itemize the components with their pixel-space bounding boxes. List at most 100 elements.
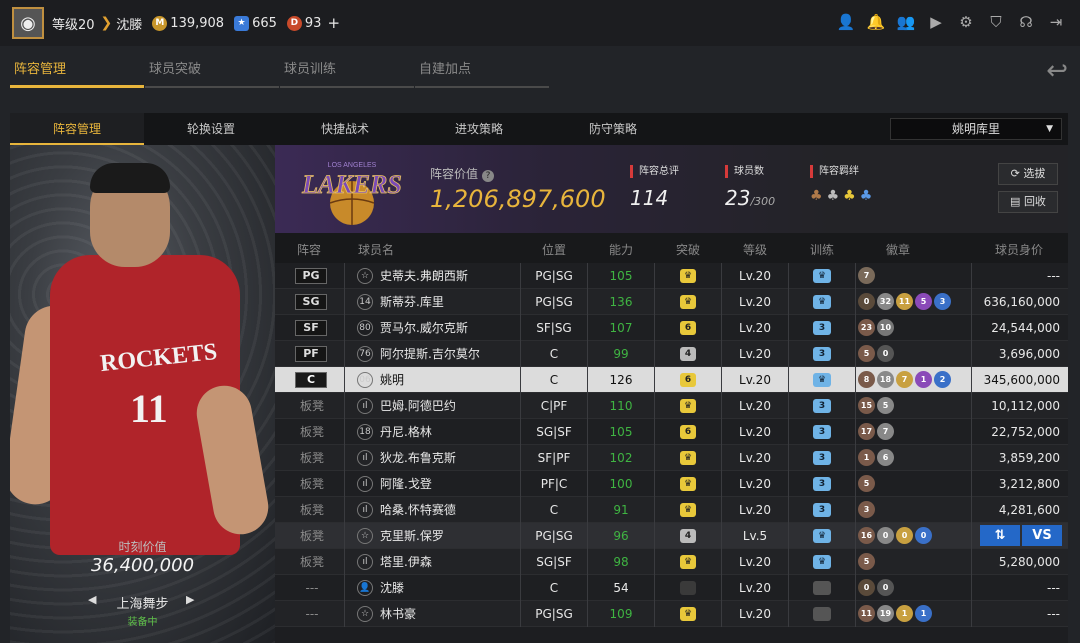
table-row[interactable]: --- ☆ 林书豪 PG|SG 109 ♛ Lv.20 11 19 1 1 ---	[275, 601, 1068, 627]
tab-lineup[interactable]: 阵容管理	[10, 58, 144, 88]
table-row[interactable]: PF 76 阿尔提斯.吉尔莫尔 C 99 4 Lv.20 3 5 0 3,696,000	[275, 341, 1068, 367]
badge-list[interactable]: 0 32 11 5 3	[858, 293, 951, 310]
training-icon[interactable]: 3	[813, 503, 831, 517]
table-row[interactable]: 板凳 ıl 狄龙.布鲁克斯 SF|PF 102 ♛ Lv.20 3 1 6 3,859,200	[275, 445, 1068, 471]
bond-icon[interactable]: ♣	[827, 188, 840, 204]
badge-icon: 2	[934, 371, 951, 388]
badge-list[interactable]: 15 5	[858, 397, 894, 414]
breakthrough-icon[interactable]: ♛	[680, 555, 696, 569]
breakthrough-icon[interactable]: ♛	[680, 477, 696, 491]
tab-custom-points[interactable]: 自建加点	[415, 58, 549, 88]
breakthrough-icon[interactable]: 6	[680, 425, 696, 439]
subtab-quick-tactics[interactable]: 快捷战术	[278, 113, 412, 145]
training-icon[interactable]: 3	[813, 399, 831, 413]
help-icon[interactable]: ?	[482, 170, 495, 182]
breakthrough-icon[interactable]: 6	[680, 373, 696, 387]
training-icon[interactable]: ♛	[813, 269, 831, 283]
badge-list[interactable]: 16 0 0 0	[858, 527, 932, 544]
prev-arrow-icon[interactable]: ◀	[88, 593, 96, 606]
table-header: 阵容 球员名 位置 能力 突破 等级 训练 徽章 球员身价	[275, 233, 1068, 263]
subtab-offense[interactable]: 进攻策略	[412, 113, 546, 145]
breakthrough-icon[interactable]: ♛	[680, 399, 696, 413]
bond-icon[interactable]: ♣	[810, 188, 823, 204]
table-row[interactable]: C 06 姚明 C 126 6 Lv.20 ♛ 8 18 7 1 2 345,600,000	[275, 367, 1068, 393]
player-count-stat: 球员数 23/300	[725, 165, 775, 210]
player-price: 3,212,800	[998, 477, 1060, 491]
training-icon[interactable]: 3	[813, 321, 831, 335]
table-row[interactable]: 板凳 ☆ 克里斯.保罗 PG|SG 96 4 Lv.5 ♛ 16 0 0 0 ⇅ VS	[275, 523, 1068, 549]
tab-breakthrough[interactable]: 球员突破	[145, 58, 279, 88]
badge-list[interactable]: 23 10	[858, 319, 894, 336]
jersey-number-icon: 👤	[357, 580, 373, 596]
shield-icon[interactable]: ⛉	[986, 12, 1006, 32]
table-row[interactable]: 板凳 ıl 哈桑.怀特赛德 C 91 ♛ Lv.20 3 3 4,281,600	[275, 497, 1068, 523]
table-row[interactable]: 板凳 ıl 阿隆.戈登 PF|C 100 ♛ Lv.20 3 5 3,212,800	[275, 471, 1068, 497]
divider	[654, 289, 655, 315]
select-button[interactable]: ⟳ 选拔	[998, 163, 1058, 185]
breakthrough-icon[interactable]: 4	[680, 529, 696, 543]
training-icon[interactable]: ♛	[813, 295, 831, 309]
breakthrough-icon[interactable]: ♛	[680, 295, 696, 309]
headset-icon[interactable]: ☊	[1016, 12, 1036, 32]
player-ability: 98	[613, 555, 629, 569]
training-icon[interactable]: 3	[813, 451, 831, 465]
table-row[interactable]: 板凳 ıl 巴姆.阿德巴约 C|PF 110 ♛ Lv.20 3 15 5 10,112,000	[275, 393, 1068, 419]
training-icon[interactable]: ♛	[813, 529, 831, 543]
lineup-dropdown[interactable]: 姚明库里 ▼	[890, 118, 1062, 140]
back-arrow-icon[interactable]: ↩	[1046, 56, 1068, 86]
user-icon[interactable]: 👤	[836, 12, 856, 32]
training-icon[interactable]	[813, 581, 831, 595]
training-icon[interactable]: 3	[813, 477, 831, 491]
table-row[interactable]: --- 👤 沈滕 C 54 Lv.20 0 0 ---	[275, 575, 1068, 601]
training-icon[interactable]: ♛	[813, 373, 831, 387]
badge-list[interactable]: 50	[858, 345, 894, 362]
breakthrough-icon[interactable]: 6	[680, 321, 696, 335]
breakthrough-icon[interactable]: ♛	[680, 503, 696, 517]
badge-list[interactable]: 8 18 7 1 2	[858, 371, 951, 388]
exit-icon[interactable]: ⇥	[1046, 12, 1066, 32]
badge-list[interactable]: 5	[858, 553, 875, 570]
training-icon[interactable]	[813, 607, 831, 621]
breakthrough-icon[interactable]	[680, 581, 696, 595]
bond-icon[interactable]: ♣	[860, 188, 873, 204]
top-bar: ◉ 等级20 ❯ 沈滕 M 139,908 ★ 665 D 93 + 👤 🔔 👥…	[0, 0, 1080, 46]
breakthrough-icon[interactable]: 4	[680, 347, 696, 361]
swap-button[interactable]: ⇅	[980, 525, 1020, 546]
table-row[interactable]: PG ☆ 史蒂夫.弗朗西斯 PG|SG 105 ♛ Lv.20 ♛ 7 ---	[275, 263, 1068, 289]
video-icon[interactable]: ▶	[926, 12, 946, 32]
badge-list[interactable]: 3	[858, 501, 875, 518]
add-currency-button[interactable]: +	[327, 14, 340, 32]
bond-icon[interactable]: ♣	[843, 188, 856, 204]
training-icon[interactable]: 3	[813, 347, 831, 361]
subtab-defense[interactable]: 防守策略	[546, 113, 680, 145]
table-row[interactable]: 板凳 ıl 塔里.伊森 SG|SF 98 ♛ Lv.20 ♛ 5 5,280,000	[275, 549, 1068, 575]
table-row[interactable]: 板凳 18 丹尼.格林 SG|SF 105 6 Lv.20 3 17 7 22,752,000	[275, 419, 1068, 445]
breakthrough-icon[interactable]: ♛	[680, 607, 696, 621]
breakthrough-icon[interactable]: ♛	[680, 451, 696, 465]
player-position: PF|C	[540, 477, 568, 491]
training-icon[interactable]: 3	[813, 425, 831, 439]
avatar[interactable]: ◉	[12, 7, 44, 39]
friends-icon[interactable]: 👥	[896, 12, 916, 32]
badge-list[interactable]: 17 7	[858, 423, 894, 440]
recycle-button[interactable]: ▤ 回收	[998, 191, 1058, 213]
subtab-rotation[interactable]: 轮换设置	[144, 113, 278, 145]
training-icon[interactable]: ♛	[813, 555, 831, 569]
breakthrough-icon[interactable]: ♛	[680, 269, 696, 283]
gear-icon[interactable]: ⚙	[956, 12, 976, 32]
tab-training[interactable]: 球员训练	[280, 58, 414, 88]
badge-list[interactable]: 16	[858, 449, 894, 466]
table-row[interactable]: SG 14 斯蒂芬.库里 PG|SG 136 ♛ Lv.20 ♛ 0 32 11 5 3 636,160,…	[275, 289, 1068, 315]
player-card[interactable]: ROCKETS 11 时刻价值 36,400,000 ◀ 上海舞步 ▶ 装备中	[10, 145, 275, 643]
badge-list[interactable]: 00	[858, 579, 894, 596]
divider	[344, 393, 345, 419]
divider	[654, 367, 655, 393]
vs-button[interactable]: VS	[1022, 525, 1062, 546]
table-row[interactable]: SF 80 贾马尔.威尔克斯 SF|SG 107 6 Lv.20 3 23 10 24,544,00…	[275, 315, 1068, 341]
next-arrow-icon[interactable]: ▶	[186, 593, 194, 606]
badge-list[interactable]: 5	[858, 475, 875, 492]
bell-icon[interactable]: 🔔	[866, 12, 886, 32]
badge-list[interactable]: 7	[858, 267, 875, 284]
badge-list[interactable]: 11 19 1 1	[858, 605, 932, 622]
subtab-lineup[interactable]: 阵容管理	[10, 113, 144, 145]
